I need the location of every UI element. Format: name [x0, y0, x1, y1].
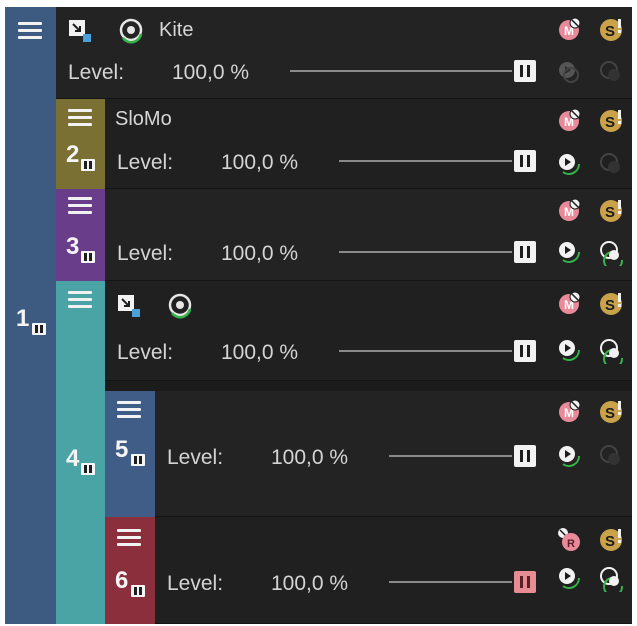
mute-icon[interactable]: M [557, 17, 581, 41]
svg-text:R: R [567, 538, 575, 550]
solo-icon[interactable]: S [599, 198, 623, 222]
slider-thumb[interactable] [514, 60, 536, 82]
film-strip-icon [32, 323, 46, 335]
track-3-level-slider[interactable] [339, 241, 536, 263]
solo-icon[interactable]: S [599, 108, 623, 132]
film-strip-icon [131, 585, 145, 597]
track-2-header-strip[interactable]: 2 [56, 99, 105, 189]
track-1-header-strip[interactable]: 1 [5, 7, 56, 624]
track-1-level-label: Level: [68, 61, 125, 84]
solo-icon[interactable]: S [599, 291, 623, 315]
track-5-header-strip[interactable]: 5 [105, 391, 155, 517]
mute-icon[interactable]: M [557, 291, 581, 315]
mute-icon[interactable]: M [557, 198, 581, 222]
track-1-name[interactable]: Kite [159, 19, 193, 42]
track-4-number: 4 [66, 445, 80, 472]
lock-envelope-icon[interactable] [599, 338, 624, 364]
composite-mode-icon[interactable] [119, 18, 143, 44]
track-2-row[interactable]: SloMo Level: 100,0 % [105, 99, 632, 189]
motion-blur-icon[interactable] [557, 338, 581, 362]
slider-thumb[interactable] [514, 150, 536, 172]
track-3-header-strip[interactable]: 3 [56, 189, 105, 281]
film-strip-icon [131, 454, 145, 466]
motion-blur-icon[interactable] [557, 444, 581, 468]
svg-text:S: S [605, 297, 615, 314]
track-1-row[interactable]: Kite Level: 100,0 % [56, 7, 632, 99]
track-4-level-value[interactable]: 100,0 % [221, 341, 298, 365]
film-strip-icon [81, 159, 95, 171]
motion-blur-icon[interactable] [557, 152, 581, 176]
track-6-header-strip[interactable]: 6 [105, 517, 155, 624]
track-5-level-value[interactable]: 100,0 % [271, 446, 348, 470]
track-6-level-slider[interactable] [389, 571, 536, 593]
track-1-level-value[interactable]: 100,0 % [172, 61, 249, 85]
track-5-level-label: Level: [167, 446, 224, 469]
motion-blur-icon[interactable] [557, 60, 581, 84]
track-2-level-label: Level: [117, 151, 174, 174]
lock-envelope-icon[interactable] [599, 60, 623, 84]
svg-text:S: S [605, 405, 615, 422]
mute-icon[interactable]: M [557, 108, 581, 132]
track-3-number: 3 [66, 233, 80, 260]
track-1-menu-icon[interactable] [18, 22, 42, 42]
slider-thumb[interactable] [514, 571, 536, 593]
slider-thumb[interactable] [514, 445, 536, 467]
track-2-menu-icon[interactable] [68, 109, 92, 129]
solo-icon[interactable]: S [599, 399, 623, 423]
record-arm-icon[interactable]: R [557, 527, 581, 551]
track-4-level-label: Level: [117, 341, 174, 364]
track-4-menu-icon[interactable] [68, 291, 92, 311]
track-3-row[interactable]: Level: 100,0 % [105, 189, 632, 281]
track-2-level-slider[interactable] [339, 150, 536, 172]
track-4-row[interactable]: Level: 100,0 % [105, 281, 632, 381]
solo-icon[interactable]: S [599, 527, 623, 551]
lock-envelope-icon[interactable] [599, 444, 623, 468]
track-5-number: 5 [115, 436, 129, 463]
lock-envelope-icon[interactable] [599, 240, 624, 266]
svg-text:S: S [605, 23, 615, 40]
solo-icon[interactable]: S [599, 17, 623, 41]
track-list-panel: 1 Kite Level: 100,0 % 2 SloMo Level: 100… [5, 7, 632, 624]
track-3-menu-icon[interactable] [68, 197, 92, 217]
track-1-level-slider[interactable] [290, 60, 536, 82]
film-strip-icon [81, 463, 95, 475]
svg-text:S: S [605, 533, 615, 550]
svg-text:S: S [605, 204, 615, 221]
track-4-header-strip[interactable]: 4 [56, 281, 105, 624]
track-6-level-value[interactable]: 100,0 % [271, 572, 348, 596]
motion-blur-icon[interactable] [557, 566, 581, 590]
slider-thumb[interactable] [514, 241, 536, 263]
track-6-menu-icon[interactable] [117, 529, 141, 549]
track-2-level-value[interactable]: 100,0 % [221, 151, 298, 175]
track-5-menu-icon[interactable] [117, 401, 141, 421]
slider-thumb[interactable] [514, 340, 536, 362]
mute-icon[interactable]: M [557, 399, 581, 423]
track-3-level-value[interactable]: 100,0 % [221, 242, 298, 266]
film-strip-icon [81, 251, 95, 263]
motion-blur-icon[interactable] [557, 240, 581, 264]
lock-envelope-icon[interactable] [599, 566, 624, 592]
track-fx-icon[interactable] [118, 295, 140, 317]
track-3-level-label: Level: [117, 242, 174, 265]
svg-text:S: S [605, 114, 615, 131]
track-4-level-slider[interactable] [339, 340, 536, 362]
track-5-level-slider[interactable] [389, 445, 536, 467]
track-2-name[interactable]: SloMo [115, 108, 172, 131]
track-1-number: 1 [16, 305, 30, 332]
track-2-number: 2 [66, 141, 80, 168]
composite-mode-icon[interactable] [168, 293, 192, 319]
track-6-level-label: Level: [167, 572, 224, 595]
track-fx-icon[interactable] [69, 20, 91, 42]
lock-envelope-icon[interactable] [599, 152, 623, 176]
track-6-number: 6 [115, 567, 129, 594]
